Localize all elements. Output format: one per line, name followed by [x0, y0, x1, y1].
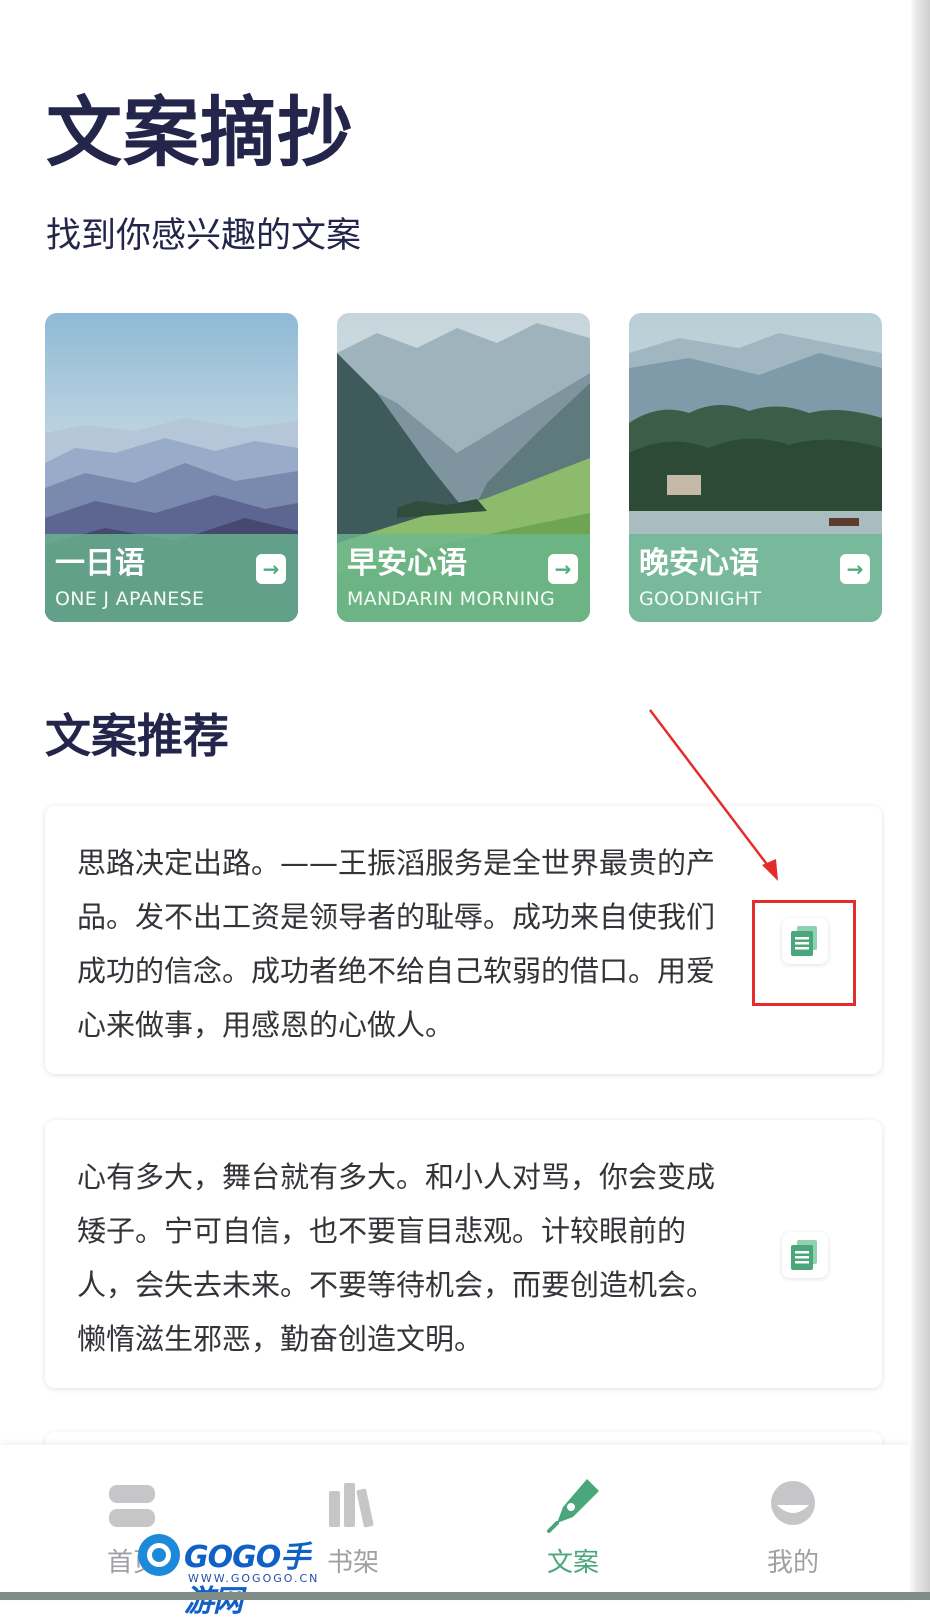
right-edge-shadow [910, 0, 930, 1600]
category-english-name: ONE J APANESE [55, 588, 205, 610]
tab-label: 文案 [546, 1548, 599, 1578]
category-card-goodnight[interactable]: 晚安心语 GOODNIGHT → [629, 313, 882, 622]
arrow-right-icon[interactable]: → [256, 554, 286, 584]
tab-profile[interactable]: 我的 [713, 1445, 873, 1595]
quote-card: 心有多大，舞台就有多大。和小人对骂，你会变成矮子。宁可自信，也不要盲目悲观。计较… [45, 1120, 882, 1388]
copy-icon [791, 1240, 817, 1270]
section-title-recommend: 文案推荐 [45, 709, 229, 763]
category-card-one-japanese[interactable]: 一日语 ONE J APANESE → [45, 313, 298, 622]
copy-button[interactable] [782, 1232, 828, 1278]
arrow-right-icon[interactable]: → [548, 554, 578, 584]
category-english-name: MANDARIN MORNING [347, 588, 556, 610]
quote-text: 心有多大，舞台就有多大。和小人对骂，你会变成矮子。宁可自信，也不要盲目悲观。计较… [77, 1160, 716, 1356]
watermark-icon [138, 1534, 180, 1576]
page-subtitle: 找到你感兴趣的文案 [46, 216, 362, 256]
bottom-strip [0, 1592, 930, 1600]
category-list: 一日语 ONE J APANESE → 早安心语 MANDARIN MORNIN… [45, 313, 882, 623]
quote-text: 思路决定出路。——王振滔服务是全世界最贵的产品。发不出工资是领导者的耻辱。成功来… [77, 846, 716, 1042]
home-icon [109, 1485, 155, 1527]
category-english-name: GOODNIGHT [639, 588, 762, 610]
category-name: 早安心语 [347, 546, 467, 581]
profile-icon [771, 1481, 815, 1525]
category-overlay: 一日语 ONE J APANESE → [45, 534, 298, 622]
arrow-right-icon[interactable]: → [840, 554, 870, 584]
category-overlay: 晚安心语 GOODNIGHT → [629, 534, 882, 622]
category-name: 一日语 [55, 546, 145, 581]
category-overlay: 早安心语 MANDARIN MORNING → [337, 534, 590, 622]
highlight-box [752, 900, 856, 1006]
category-card-morning[interactable]: 早安心语 MANDARIN MORNING → [337, 313, 590, 622]
watermark-logo: GOGO手游网 WWW.GOGOGO.CN [136, 1530, 322, 1619]
page-title: 文案摘抄 [46, 88, 354, 177]
annotation-arrow-icon [649, 709, 778, 881]
watermark-url: WWW.GOGOGO.CN [188, 1572, 320, 1585]
pen-icon [547, 1479, 599, 1533]
tab-label: 我的 [766, 1548, 819, 1578]
tab-copywriting[interactable]: 文案 [493, 1445, 653, 1595]
category-name: 晚安心语 [639, 546, 759, 581]
bookshelf-icon [329, 1483, 374, 1528]
